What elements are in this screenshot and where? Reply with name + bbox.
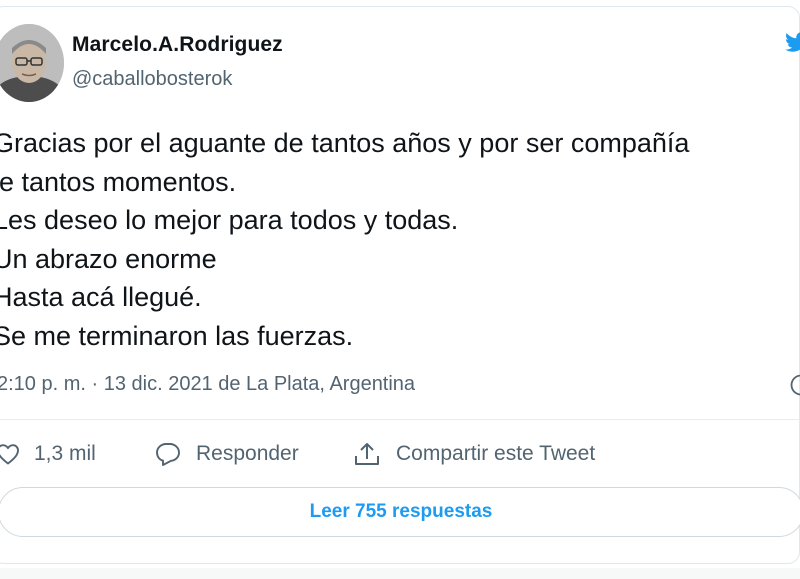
share-icon (355, 443, 379, 465)
info-icon[interactable] (790, 374, 800, 396)
tweet-line: Les deseo lo mejor para todos y todas. (0, 205, 459, 235)
tweet-timestamp[interactable]: 2:10 p. m. · 13 dic. 2021 de La Plata, A… (0, 373, 415, 396)
tweet-line: le tantos momentos. (0, 166, 237, 197)
heart-icon (0, 444, 19, 465)
author-handle[interactable]: @caballobosterok (72, 68, 232, 91)
like-button[interactable]: 1,3 mil (0, 432, 96, 476)
reply-label: Responder (196, 442, 299, 465)
tweet-actions: 1,3 mil Responder Compartir este Tweet (0, 432, 800, 476)
tweet-text: Gracias por el aguante de tantos años y … (0, 124, 689, 355)
read-replies-button[interactable]: Leer 755 respuestas (0, 487, 800, 537)
tweet-line: Un abrazo enorme (0, 243, 217, 274)
tweet-line: Hasta acá llegué. (0, 282, 202, 312)
tweet-line: Gracias por el aguante de tantos años y … (0, 128, 690, 158)
like-count: 1,3 mil (34, 442, 96, 465)
reply-icon (156, 443, 180, 466)
twitter-bird-icon[interactable] (784, 30, 800, 54)
reply-button[interactable]: Responder (154, 432, 299, 476)
author-name[interactable]: Marcelo.A.Rodriguez (72, 33, 283, 57)
share-button[interactable]: Compartir este Tweet (352, 432, 595, 476)
share-label: Compartir este Tweet (396, 442, 596, 465)
tweet-line: Se me terminaron las fuerzas. (0, 320, 354, 351)
divider (0, 419, 800, 420)
page-background (0, 568, 800, 579)
